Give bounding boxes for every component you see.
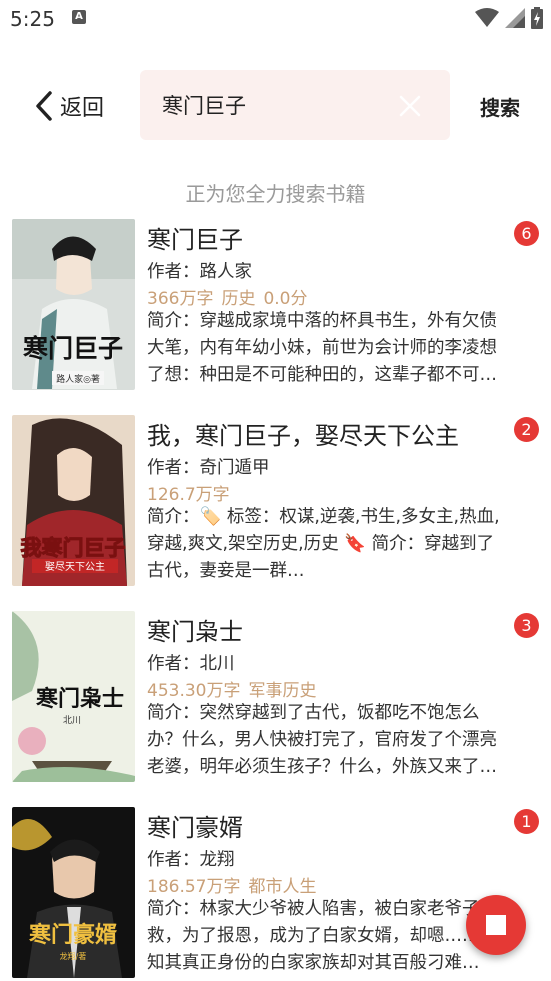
chevron-left-icon (36, 91, 52, 121)
wifi-icon (475, 8, 499, 27)
cover-title: 寒门巨子 (23, 334, 123, 363)
book-cover: 我寒门巨子 娶尽天下公主 (12, 415, 135, 586)
signal-icon (505, 8, 525, 28)
back-label: 返回 (60, 96, 105, 121)
book-category: 军事历史 (248, 681, 317, 701)
cover-title: 我寒门巨子 (21, 535, 126, 560)
book-title: 寒门枭士 (147, 618, 243, 646)
cover-title: 寒门枭士 (36, 686, 124, 712)
search-input[interactable] (162, 88, 392, 122)
source-count-badge: 1 (514, 809, 539, 834)
book-intro: 简介：穿越成家境中落的杯具书生，外有欠债大笔，内有年幼小妹，前世为会计师的李凌想… (147, 311, 497, 385)
book-list: 寒门巨子 路人家◎著 寒门巨子 作者：路人家 366万字 历史 0.0分 简介：穿越… (0, 218, 551, 981)
book-intro: 简介：林家大少爷被人陷害，被白家老爷子所救，为了报恩，成为了白家女婿，却嗯……不… (147, 899, 497, 973)
book-intro: 简介：突然穿越到了古代，饭都吃不饱怎么办？什么，男人快被打完了，官府发了个漂亮老… (147, 703, 497, 777)
book-meta: 453.30万字 军事历史 (147, 676, 324, 701)
stop-icon (486, 915, 506, 935)
book-cover: 寒门枭士 北川 (12, 611, 135, 782)
cover-subtitle: 娶尽天下公主 (45, 561, 105, 573)
book-words: 126.7万字 (147, 485, 230, 505)
book-cover: 寒门巨子 路人家◎著 (12, 219, 135, 390)
search-header: 返回 搜索 (0, 68, 551, 142)
book-title: 我，寒门巨子，娶尽天下公主 (147, 422, 459, 450)
cover-title: 寒门豪婿 (29, 922, 117, 948)
status-time: 5:25 (10, 7, 55, 31)
battery-icon (531, 7, 543, 29)
book-item[interactable]: 寒门豪婿 龙翔/著 寒门豪婿 作者：龙翔 186.57万字 都市人生 简介：林家大… (0, 806, 551, 981)
book-category: 都市人生 (248, 877, 317, 897)
book-author: 作者：龙翔 (147, 850, 235, 870)
book-words: 366万字 (147, 289, 214, 309)
book-words: 453.30万字 (147, 681, 241, 701)
clear-button[interactable] (398, 94, 422, 118)
book-author: 作者：奇门遁甲 (147, 458, 270, 478)
status-icons (475, 6, 543, 30)
book-category: 历史 (221, 289, 256, 309)
search-box (140, 70, 450, 140)
book-item[interactable]: 寒门枭士 北川 寒门枭士 作者：北川 453.30万字 军事历史 简介：突然穿越到… (0, 610, 551, 806)
close-icon (399, 95, 421, 117)
stop-search-button[interactable] (466, 895, 526, 955)
cover-author: 龙翔/著 (60, 951, 87, 961)
cover-author: 北川 (63, 715, 81, 726)
book-author: 作者：路人家 (147, 262, 252, 282)
back-button[interactable]: 返回 (34, 86, 104, 126)
book-cover: 寒门豪婿 龙翔/著 (12, 807, 135, 978)
source-count-badge: 6 (514, 221, 539, 246)
cover-author: 路人家◎著 (56, 373, 100, 385)
searching-status-text: 正为您全力搜索书籍 (185, 182, 366, 206)
book-item[interactable]: 我寒门巨子 娶尽天下公主 我，寒门巨子，娶尽天下公主 作者：奇门遁甲 126.7… (0, 414, 551, 610)
book-author: 作者：北川 (147, 654, 235, 674)
notification-icon: A (72, 10, 86, 24)
book-meta: 366万字 历史 0.0分 (147, 284, 316, 309)
book-words: 186.57万字 (147, 877, 241, 897)
source-count-badge: 3 (514, 613, 539, 638)
book-meta: 126.7万字 (147, 480, 238, 505)
status-bar: 5:25 A (0, 0, 551, 40)
book-intro: 简介：🏷️ 标签：权谋,逆袭,书生,多女主,热血,穿越,爽文,架空历史,历史 🔖… (147, 507, 500, 581)
source-count-badge: 2 (514, 417, 539, 442)
book-item[interactable]: 寒门巨子 路人家◎著 寒门巨子 作者：路人家 366万字 历史 0.0分 简介：穿越… (0, 218, 551, 414)
book-meta: 186.57万字 都市人生 (147, 872, 324, 897)
book-title: 寒门豪婿 (147, 814, 243, 842)
search-button[interactable]: 搜索 (480, 92, 520, 121)
book-title: 寒门巨子 (147, 226, 243, 254)
book-score: 0.0分 (263, 289, 308, 309)
